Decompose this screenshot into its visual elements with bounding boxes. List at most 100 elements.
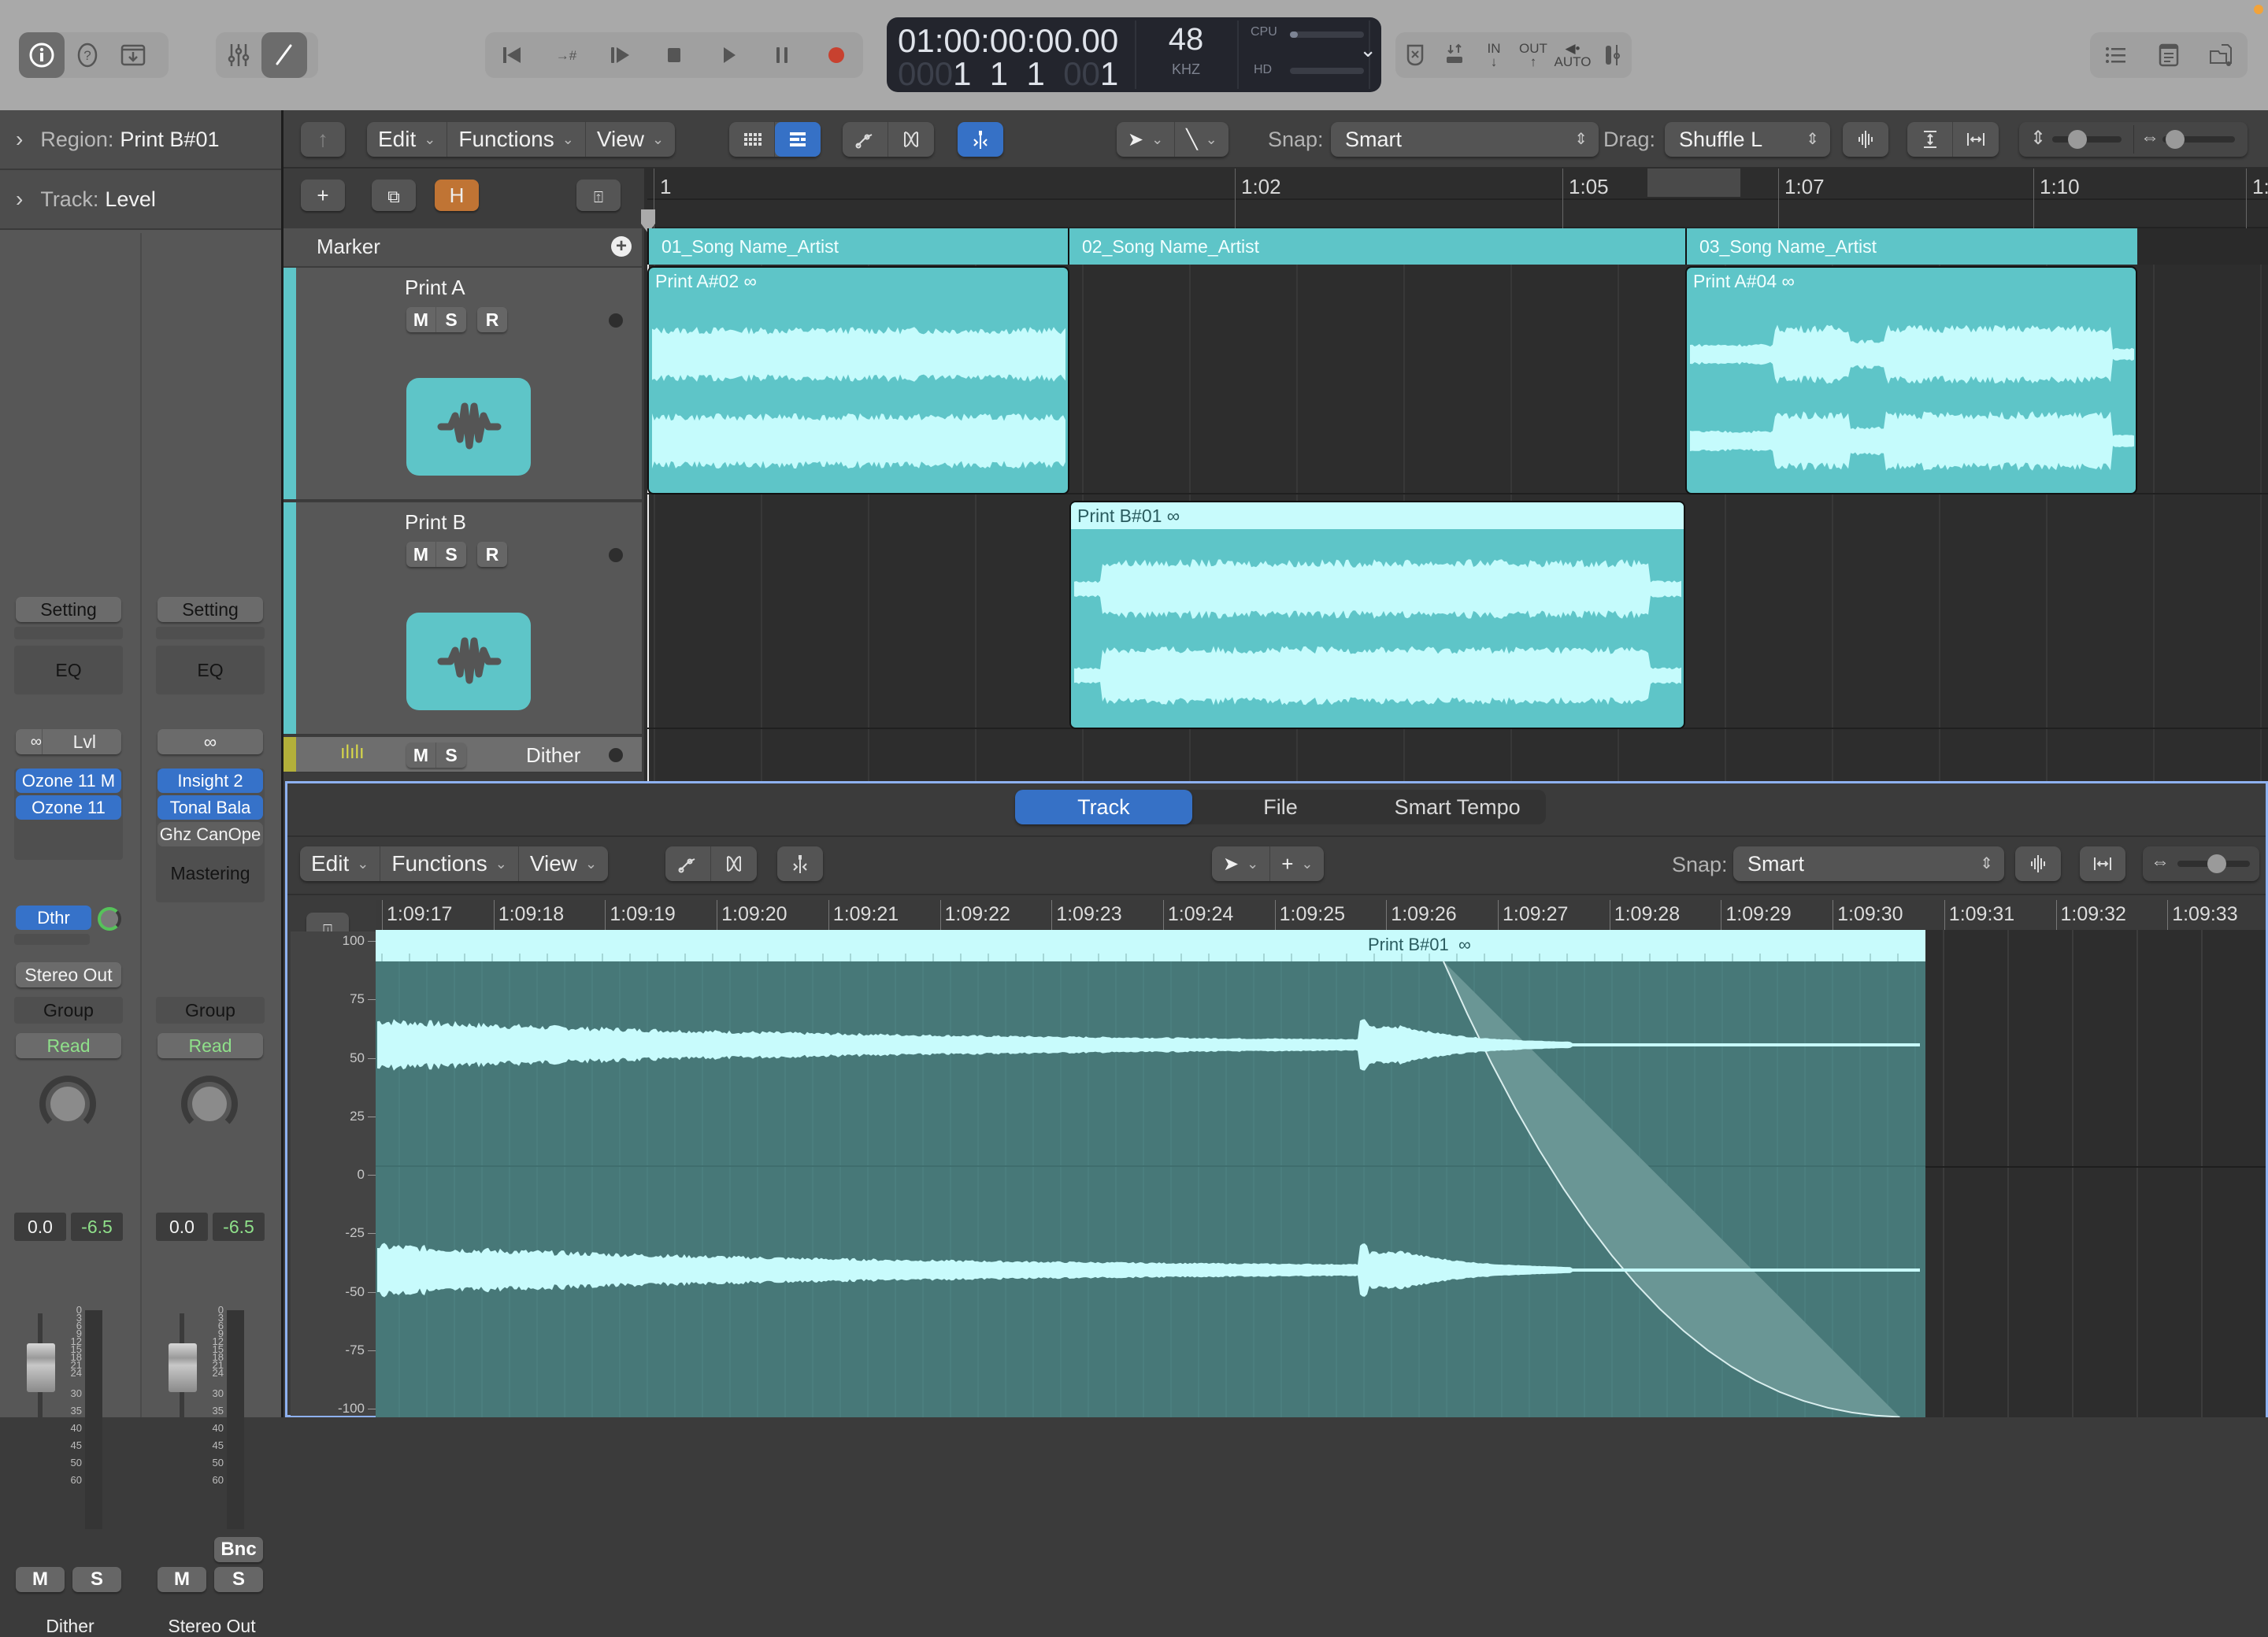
catch-playhead-button[interactable] <box>958 122 1003 157</box>
functions-menu[interactable]: Functions ⌄ <box>447 122 586 157</box>
vertical-zoom-slider[interactable] <box>2052 136 2122 143</box>
mute-button[interactable]: M <box>406 743 436 768</box>
empty-send-slot[interactable] <box>14 934 90 945</box>
region-inspector-header[interactable]: › Region: Print B#01 <box>0 110 281 170</box>
plugin-slot[interactable]: Ozone 11 <box>16 795 121 820</box>
editor-flex-button[interactable] <box>711 846 757 881</box>
view-menu[interactable]: View ⌄ <box>586 122 675 157</box>
editor-left-click-tool[interactable]: ➤ ⌄ <box>1212 846 1271 881</box>
bounce-button[interactable]: Bnc <box>214 1537 263 1562</box>
new-track-button[interactable]: + <box>301 180 345 211</box>
catch-button[interactable]: ↑ <box>301 122 345 157</box>
group-slot[interactable]: Group <box>14 997 123 1024</box>
record-enable-button[interactable]: R <box>477 307 507 332</box>
tab-file[interactable]: File <box>1192 790 1369 824</box>
pan-knob[interactable] <box>181 1076 238 1132</box>
pause-button[interactable] <box>759 32 805 78</box>
play-from-selection-button[interactable] <box>597 32 643 78</box>
toolbar-button[interactable] <box>110 32 156 78</box>
editor-horizontal-fit-button[interactable] <box>2080 846 2125 881</box>
editor-waveform-zoom-button[interactable] <box>2015 846 2061 881</box>
tuner-button[interactable] <box>1592 32 1632 78</box>
plugin-slot[interactable]: Tonal Bala <box>158 795 263 820</box>
editor-cmd-click-tool[interactable]: + ⌄ <box>1270 846 1324 881</box>
add-marker-icon[interactable]: + <box>611 236 632 257</box>
editor-ruler[interactable]: 1:09:17 1:09:18 1:09:19 1:09:20 1:09:21 1:09:… <box>376 900 2266 930</box>
drag-select[interactable]: Shuffle L ⇕ <box>1665 122 1830 157</box>
tracks-view-button[interactable] <box>775 122 821 157</box>
solo-button[interactable]: S <box>436 307 466 332</box>
lcd-display[interactable]: 01:00:00:00.00 0001 1 1 001 48 KHZ CPU H… <box>887 17 1381 92</box>
mute-button[interactable]: M <box>406 307 436 332</box>
cmd-click-tool[interactable]: ╲ ⌄ <box>1175 122 1228 157</box>
editor-zoom-thumb[interactable] <box>2207 854 2226 873</box>
setting-button[interactable]: Setting <box>158 597 263 622</box>
mute-button[interactable]: M <box>158 1567 206 1592</box>
setting-button[interactable]: Setting <box>16 597 121 622</box>
send-level-knob[interactable] <box>98 907 121 931</box>
record-button[interactable] <box>813 32 859 78</box>
editor-edit-menu[interactable]: Edit ⌄ <box>300 846 381 881</box>
editor-automation-button[interactable] <box>665 846 711 881</box>
volume-value[interactable]: 0.0 <box>156 1213 208 1241</box>
mute-button[interactable]: M <box>406 542 436 567</box>
quick-help-button[interactable]: ? <box>65 32 110 78</box>
edit-menu[interactable]: Edit ⌄ <box>367 122 448 157</box>
track-name[interactable]: Print B <box>405 510 466 535</box>
audio-region[interactable]: Print A#02 ∞ <box>647 266 1069 494</box>
editor-snap-select[interactable]: Smart ⇕ <box>1733 846 2004 881</box>
automation-button[interactable]: ◀• AUTO <box>1553 32 1592 78</box>
plugin-slot[interactable]: Insight 2 <box>158 769 263 793</box>
eq-display[interactable]: EQ <box>14 646 123 694</box>
peak-value[interactable]: -6.5 <box>71 1213 123 1241</box>
track-header-print-b[interactable]: Print B MS R <box>284 502 642 735</box>
vertical-fit-button[interactable] <box>1907 122 1953 157</box>
editors-button[interactable] <box>261 32 307 78</box>
browsers-button[interactable] <box>2199 32 2244 78</box>
channel-name[interactable]: Stereo Out <box>142 1616 282 1637</box>
cycle-jump-button[interactable]: →# <box>543 32 589 78</box>
info-inspector-button[interactable] <box>19 32 65 78</box>
track-name[interactable]: Dither <box>526 743 580 768</box>
hide-tracks-button[interactable]: H <box>435 180 479 211</box>
eq-display[interactable]: EQ <box>156 646 265 694</box>
flex-button[interactable] <box>888 122 934 157</box>
gain-slot[interactable] <box>14 627 123 639</box>
group-slot[interactable]: Group <box>156 997 265 1024</box>
peak-value[interactable]: -6.5 <box>213 1213 265 1241</box>
plugin-slot[interactable]: Ozone 11 M <box>16 769 121 793</box>
editor-view-menu[interactable]: View ⌄ <box>519 846 608 881</box>
input-monitor-dot[interactable] <box>609 313 623 328</box>
lcd-chevron-down-icon[interactable]: ⌄ <box>1359 38 1377 62</box>
autopunch-in-button[interactable]: IN ↓ <box>1474 32 1514 78</box>
mute-button[interactable]: M <box>16 1567 65 1592</box>
input-monitor-dot[interactable] <box>609 548 623 562</box>
notepad-button[interactable] <box>2146 32 2192 78</box>
go-to-start-button[interactable] <box>489 32 535 78</box>
list-editors-button[interactable] <box>2093 32 2139 78</box>
waveform-zoom-button[interactable] <box>1843 122 1888 157</box>
grid-view-button[interactable] <box>729 122 775 157</box>
gain-slot[interactable] <box>156 627 265 639</box>
editor-functions-menu[interactable]: Functions ⌄ <box>380 846 519 881</box>
left-click-tool[interactable]: ➤ ⌄ <box>1117 122 1176 157</box>
volume-fader[interactable] <box>169 1343 197 1392</box>
link-button[interactable]: ∞ <box>158 729 263 754</box>
horizontal-fit-button[interactable] <box>1953 122 1999 157</box>
low-latency-button[interactable] <box>1395 32 1435 78</box>
track-header-dither[interactable]: ılılı MS Dither <box>284 737 642 773</box>
autopunch-out-button[interactable]: OUT ↑ <box>1514 32 1553 78</box>
stop-button[interactable] <box>651 32 697 78</box>
input-monitor-dot[interactable] <box>609 748 623 762</box>
track-name[interactable]: Print A <box>405 276 465 300</box>
marker[interactable]: 01_Song Name_Artist <box>647 228 1068 265</box>
cycle-region[interactable] <box>1647 169 1740 197</box>
solo-button[interactable]: S <box>436 743 466 768</box>
automation-mode-button[interactable]: Read <box>158 1033 263 1058</box>
volume-value[interactable]: 0.0 <box>14 1213 66 1241</box>
automation-button[interactable] <box>843 122 888 157</box>
editor-catch-button[interactable] <box>777 846 823 881</box>
volume-fader[interactable] <box>27 1343 55 1392</box>
plugin-slot-bypassed[interactable]: Ghz CanOpe <box>158 822 263 846</box>
pan-knob[interactable] <box>39 1076 96 1132</box>
